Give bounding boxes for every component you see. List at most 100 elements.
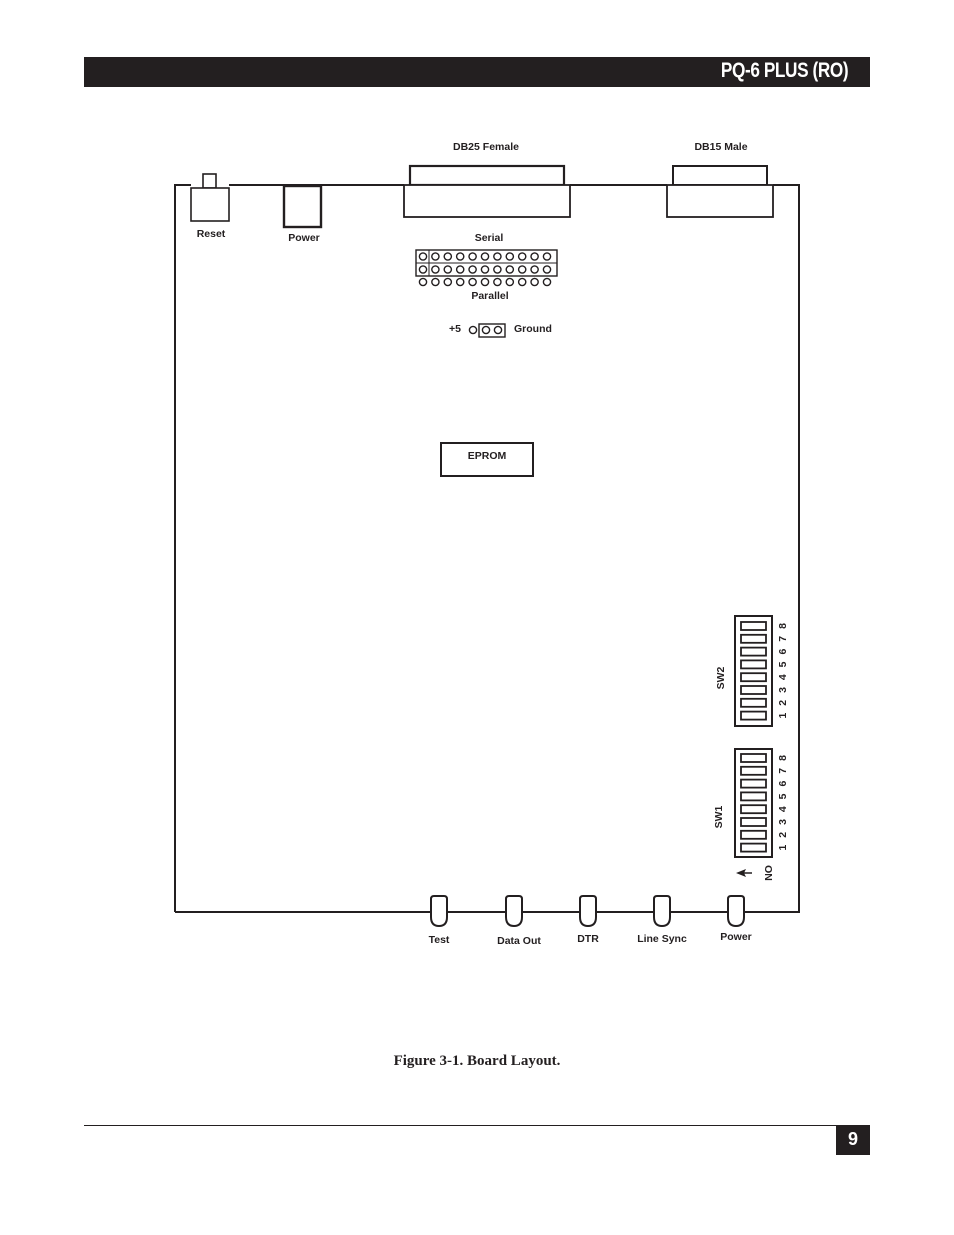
dip-position-number: 6 — [777, 781, 789, 787]
dip-switch-sw2: SW2 1 2 3 4 5 6 7 8 — [715, 615, 789, 727]
parallel-pin — [418, 277, 428, 287]
led-power: Power — [720, 895, 752, 943]
serial-pin — [493, 265, 502, 274]
serial-pin — [455, 265, 465, 274]
dip-position-number: 1 — [777, 713, 789, 719]
board-layout-diagram: Reset Power DB25 Female DB15 Male Serial… — [174, 141, 800, 947]
dip-toggle — [740, 817, 767, 827]
led-line-sync: Line Sync — [637, 895, 687, 945]
jumper-pin — [468, 325, 478, 335]
sw1-position-numbers: 1 2 3 4 5 6 7 8 — [777, 755, 789, 851]
dip-position-number: 2 — [777, 700, 789, 706]
led-data-out: Data Out — [497, 895, 541, 947]
serial-pin — [517, 252, 527, 261]
dip-toggle — [740, 672, 767, 683]
power-jack-label: Power — [288, 232, 320, 244]
dip-position-number: 6 — [777, 649, 789, 655]
parallel-pin — [455, 277, 465, 287]
serial-pin — [517, 265, 527, 274]
serial-pin — [542, 252, 552, 261]
serial-pin — [418, 252, 428, 261]
serial-pin — [530, 265, 539, 274]
dip-toggle — [740, 791, 767, 802]
serial-pin — [443, 265, 453, 274]
dip-toggle — [740, 710, 767, 721]
dip-position-number: 2 — [777, 832, 789, 838]
figure-caption: Figure 3-1. Board Layout. — [393, 1053, 561, 1069]
dip-position-number: 4 — [777, 674, 789, 680]
led-icon — [430, 895, 448, 928]
reset-button-component: Reset — [190, 173, 230, 240]
header-pins — [418, 252, 552, 287]
eprom-chip: EPROM — [440, 442, 534, 477]
sw2-position-numbers: 1 2 3 4 5 6 7 8 — [777, 623, 789, 719]
led-label: DTR — [577, 933, 599, 945]
led-label: Data Out — [497, 935, 541, 947]
dip-toggle — [740, 697, 767, 708]
parallel-pin — [530, 277, 539, 287]
dip-position-number: 3 — [777, 687, 789, 693]
dip-toggle — [740, 685, 767, 695]
dip-position-number: 1 — [777, 845, 789, 851]
page-number: 9 — [847, 1129, 858, 1149]
jumper-pin — [481, 325, 491, 335]
serial-parallel-header: Serial Parallel — [415, 232, 558, 302]
serial-pin — [468, 252, 477, 261]
on-direction-indicator: ON — [736, 865, 774, 881]
led-dtr: DTR — [577, 895, 599, 945]
dip-toggle — [740, 753, 767, 763]
parallel-pin — [542, 277, 552, 287]
dip-toggle — [740, 659, 767, 670]
dip-position-number: 5 — [777, 793, 789, 799]
serial-pin — [431, 265, 440, 274]
footer-rule — [84, 1125, 836, 1126]
jumper-pin — [493, 325, 503, 335]
sw1-label: SW1 — [713, 805, 725, 828]
led-label: Test — [429, 934, 450, 946]
parallel-pin — [468, 277, 477, 287]
dip-toggle — [740, 829, 767, 840]
dip-position-number: 8 — [777, 623, 789, 629]
jumper-plus5-label: +5 — [449, 323, 461, 335]
led-icon — [505, 895, 523, 928]
led-label: Power — [720, 931, 752, 943]
led-icon — [579, 895, 597, 928]
sw2-label: SW2 — [715, 666, 727, 689]
led-test: Test — [429, 895, 450, 946]
dip-switch-sw1: SW1 1 2 3 4 5 6 7 8 ON — [713, 748, 789, 881]
parallel-pin — [517, 277, 527, 287]
serial-pin — [530, 252, 539, 261]
db15-connector: DB15 Male — [666, 141, 774, 218]
dip-toggle — [740, 646, 767, 657]
dip-toggle — [740, 842, 767, 853]
serial-pin — [480, 265, 490, 274]
eprom-label: EPROM — [468, 450, 507, 462]
serial-pin — [542, 265, 552, 274]
serial-label: Serial — [475, 232, 504, 244]
parallel-pin — [431, 277, 440, 287]
dip-toggle — [740, 621, 767, 631]
db25-label: DB25 Female — [453, 141, 519, 153]
status-leds: Test Data Out DTR Line Sync Power — [429, 895, 752, 947]
serial-pin — [431, 252, 440, 261]
serial-pin — [443, 252, 453, 261]
led-icon — [727, 895, 745, 928]
dip-toggle — [740, 633, 767, 644]
dip-position-number: 7 — [777, 768, 789, 774]
parallel-pin — [443, 277, 453, 287]
serial-pin — [455, 252, 465, 261]
serial-pin — [418, 265, 428, 274]
parallel-pin — [480, 277, 490, 287]
parallel-pin — [505, 277, 515, 287]
serial-pin — [480, 252, 490, 261]
dip-position-number: 8 — [777, 755, 789, 761]
parallel-label: Parallel — [471, 290, 508, 302]
dip-toggle — [740, 778, 767, 789]
serial-pin — [493, 252, 502, 261]
led-label: Line Sync — [637, 933, 687, 945]
dip-toggle — [740, 765, 767, 776]
on-label: ON — [762, 865, 774, 881]
parallel-pin — [493, 277, 502, 287]
dip-toggle — [740, 804, 767, 815]
power-jack-component: Power — [282, 184, 323, 244]
